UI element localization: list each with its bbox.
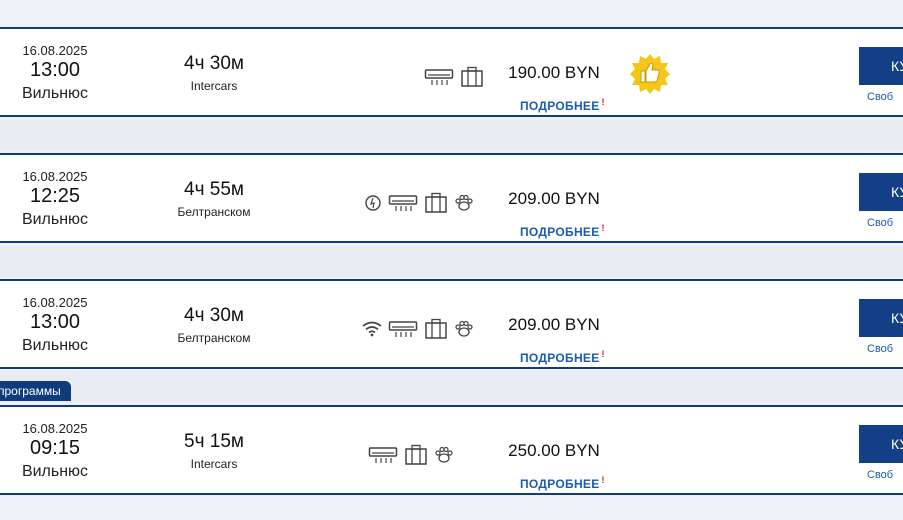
carrier-name: Intercars — [190, 457, 238, 471]
trip-duration: 4ч 30м — [184, 53, 244, 74]
trip-duration: 5ч 15м — [184, 431, 244, 452]
departure-date: 16.08.2025 — [22, 421, 88, 436]
air-conditioner-icon — [368, 445, 398, 465]
buy-button[interactable]: КУ — [859, 299, 903, 337]
amenities — [349, 317, 474, 341]
trip-duration: 4ч 30м — [184, 305, 244, 326]
wifi-icon — [362, 321, 382, 337]
ticket-price: 209.00 BYN — [508, 189, 600, 208]
program-tag: программы — [0, 381, 71, 401]
air-conditioner-icon — [388, 193, 418, 213]
info-marker-icon: ! — [601, 475, 605, 485]
thumbs-up-badge-icon — [630, 53, 670, 100]
buy-button[interactable]: КУ — [859, 425, 903, 463]
free-seats-link[interactable]: Своб — [867, 91, 893, 103]
buy-button[interactable]: КУ — [859, 173, 903, 211]
pet-paw-icon — [434, 446, 454, 464]
luggage-icon — [424, 192, 448, 214]
carrier-name: Белтранском — [177, 331, 251, 345]
trip-card[interactable]: 16.08.2025 12:25 Вильнюс 4ч 55м Белтранс… — [0, 153, 903, 243]
info-marker-icon: ! — [601, 223, 605, 233]
departure-time: 09:15 — [29, 437, 81, 459]
departure-time: 13:00 — [29, 311, 81, 333]
departure-city: Вильнюс — [21, 463, 89, 480]
air-conditioner-icon — [424, 67, 454, 87]
separator — [0, 371, 903, 403]
amenities — [354, 443, 454, 467]
details-link[interactable]: ПОДРОБНЕЕ! — [520, 475, 605, 491]
amenities — [334, 65, 484, 89]
ticket-price: 190.00 BYN — [508, 63, 600, 82]
info-marker-icon: ! — [601, 97, 605, 107]
info-marker-icon: ! — [601, 349, 605, 359]
departure-date: 16.08.2025 — [22, 169, 88, 184]
charging-icon — [364, 194, 382, 212]
luggage-icon — [424, 318, 448, 340]
departure-time: 12:25 — [29, 185, 81, 207]
carrier-name: Intercars — [190, 79, 238, 93]
free-seats-link[interactable]: Своб — [867, 343, 893, 355]
details-link[interactable]: ПОДРОБНЕЕ! — [520, 97, 605, 113]
trip-duration: 4ч 55м — [184, 179, 244, 200]
ticket-price: 209.00 BYN — [508, 315, 600, 334]
departure-city: Вильнюс — [21, 85, 89, 102]
departure-city: Вильнюс — [21, 337, 89, 354]
departure-city: Вильнюс — [21, 211, 89, 228]
free-seats-link[interactable]: Своб — [867, 469, 893, 481]
luggage-icon — [404, 444, 428, 466]
trip-card[interactable]: 16.08.2025 13:00 Вильнюс 4ч 30м Intercar… — [0, 27, 903, 117]
free-seats-link[interactable]: Своб — [867, 217, 893, 229]
separator — [0, 245, 903, 277]
air-conditioner-icon — [388, 319, 418, 339]
trip-card[interactable]: 16.08.2025 13:00 Вильнюс 4ч 30м Белтранс… — [0, 279, 903, 369]
trip-card[interactable]: 16.08.2025 09:15 Вильнюс 5ч 15м Intercar… — [0, 405, 903, 495]
ticket-price: 250.00 BYN — [508, 441, 600, 460]
departure-time: 13:00 — [29, 59, 81, 81]
details-link[interactable]: ПОДРОБНЕЕ! — [520, 349, 605, 365]
buy-button[interactable]: КУ — [859, 47, 903, 85]
details-link[interactable]: ПОДРОБНЕЕ! — [520, 223, 605, 239]
departure-date: 16.08.2025 — [22, 43, 88, 58]
carrier-name: Белтранском — [177, 205, 251, 219]
separator — [0, 120, 903, 150]
departure-date: 16.08.2025 — [22, 295, 88, 310]
amenities — [349, 191, 474, 215]
